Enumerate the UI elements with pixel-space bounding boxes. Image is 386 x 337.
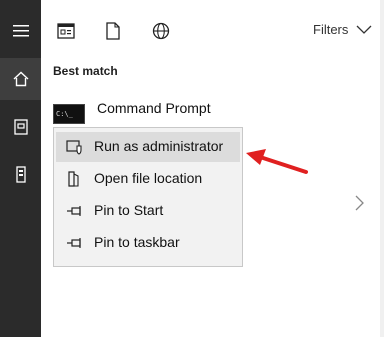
left-rail: [0, 0, 41, 337]
documents-button[interactable]: [0, 106, 41, 148]
filters-dropdown[interactable]: Filters: [313, 22, 372, 37]
menu-item-run-as-administrator[interactable]: Run as administrator: [56, 132, 240, 162]
filters-label: Filters: [313, 22, 349, 37]
web-icon[interactable]: [151, 21, 171, 41]
pin-icon: [67, 238, 81, 248]
folder-location-icon: [68, 171, 79, 187]
menu-item-pin-to-start[interactable]: Pin to Start: [56, 196, 240, 226]
best-match-heading: Best match: [53, 64, 118, 78]
apps-icon[interactable]: [56, 21, 76, 41]
filter-toolbar: Filters: [41, 0, 386, 60]
hamburger-menu-icon: [12, 25, 29, 37]
chevron-right-icon[interactable]: [352, 194, 366, 212]
pin-icon: [67, 206, 81, 216]
search-panel: Filters Best match C:\_ Command Prompt R…: [41, 0, 386, 337]
scrollbar-track[interactable]: [380, 0, 384, 337]
document-icon: [13, 119, 28, 135]
documents-icon[interactable]: [103, 21, 123, 41]
result-label: Command Prompt: [97, 100, 211, 116]
command-prompt-icon: C:\_: [53, 104, 85, 124]
menu-item-label: Pin to taskbar: [94, 234, 180, 250]
menu-item-open-file-location[interactable]: Open file location: [56, 164, 240, 194]
red-annotation-arrow-icon: [246, 149, 308, 174]
context-menu: Run as administrator Open file location …: [53, 127, 243, 267]
best-match-result[interactable]: C:\_ Command Prompt: [53, 98, 373, 128]
home-button[interactable]: [0, 58, 41, 100]
shield-run-icon: [66, 140, 82, 155]
home-icon: [13, 71, 28, 87]
device-icon: [15, 166, 26, 183]
chevron-down-icon: [356, 25, 372, 34]
menu-item-pin-to-taskbar[interactable]: Pin to taskbar: [56, 228, 240, 258]
menu-item-label: Run as administrator: [94, 138, 224, 154]
menu-item-label: Pin to Start: [94, 202, 164, 218]
hamburger-menu-button[interactable]: [0, 10, 41, 52]
device-button[interactable]: [0, 154, 41, 196]
menu-item-label: Open file location: [94, 170, 203, 186]
